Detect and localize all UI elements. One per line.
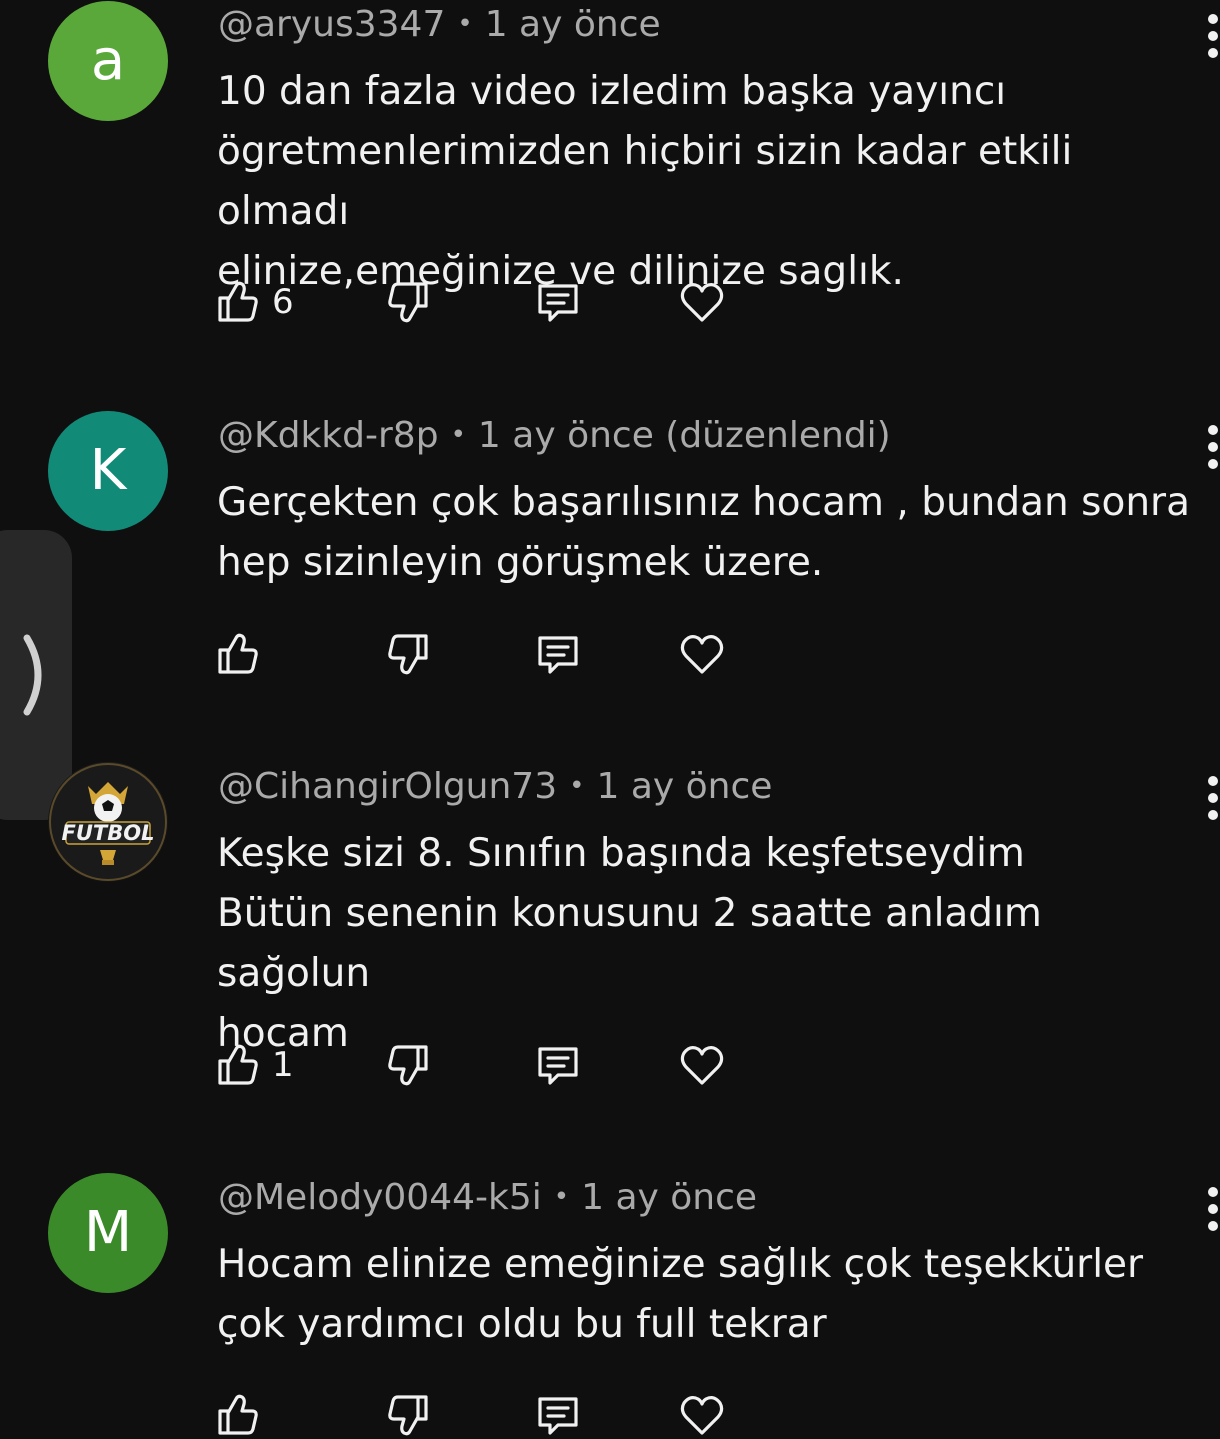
reply-button[interactable] — [534, 626, 582, 682]
comment-username[interactable]: @Kdkkd-r8p — [218, 415, 439, 456]
heart-button[interactable] — [678, 274, 726, 330]
heart-button[interactable] — [678, 1387, 726, 1439]
more-vertical-icon — [1208, 1187, 1218, 1197]
comment-actions: 1 — [214, 1037, 774, 1093]
comment-username[interactable]: @aryus3347 — [218, 4, 445, 45]
comment-meta: @CihangirOlgun73 • 1 ay önce — [218, 766, 772, 807]
avatar[interactable]: a — [48, 1, 168, 121]
comment-actions — [214, 1387, 774, 1439]
comment-text: 10 dan fazla video izledim başka yayıncı… — [217, 69, 1073, 294]
comment-meta: @Melody0044-k5i • 1 ay önce — [218, 1177, 757, 1218]
thumbs-down-icon — [388, 1395, 428, 1436]
reply-comment-icon — [538, 1397, 578, 1435]
comment-time: 1 ay önce — [596, 766, 773, 807]
heart-icon — [680, 1046, 724, 1085]
comment-time: 1 ay önce (düzenlendi) — [477, 415, 891, 456]
heart-icon — [680, 635, 724, 674]
more-vertical-icon — [1208, 14, 1218, 24]
thumbs-up-icon — [218, 1394, 258, 1435]
comment-time: 1 ay önce — [581, 1177, 758, 1218]
avatar[interactable]: M — [48, 1173, 168, 1293]
like-count: 6 — [272, 282, 294, 322]
meta-separator: • — [553, 1182, 570, 1212]
thumbs-up-icon — [218, 281, 258, 322]
reply-comment-icon — [538, 1047, 578, 1085]
comment-meta: @aryus3347 • 1 ay önce — [218, 4, 661, 45]
reply-button[interactable] — [534, 1037, 582, 1093]
like-button[interactable] — [214, 1387, 272, 1439]
like-button[interactable] — [214, 626, 272, 682]
comment-username[interactable]: @Melody0044-k5i — [218, 1177, 542, 1218]
reply-comment-icon — [538, 284, 578, 322]
meta-separator: • — [450, 420, 466, 450]
like-count: 1 — [272, 1045, 294, 1085]
thumbs-up-icon — [218, 1044, 258, 1085]
side-panel-toggle[interactable] — [0, 530, 72, 820]
dislike-button[interactable] — [384, 1037, 432, 1093]
more-options-button[interactable] — [1206, 425, 1220, 469]
comment-text: Keşke sizi 8. Sınıfın başında keşfetseyd… — [217, 831, 1042, 1056]
more-vertical-icon — [1208, 425, 1218, 435]
reply-button[interactable] — [534, 274, 582, 330]
meta-separator: • — [569, 771, 585, 801]
thumbs-up-icon — [218, 633, 258, 674]
more-options-button[interactable] — [1206, 776, 1220, 820]
dislike-button[interactable] — [384, 274, 432, 330]
thumbs-down-icon — [388, 1045, 428, 1086]
heart-button[interactable] — [678, 1037, 726, 1093]
avatar[interactable]: K — [48, 411, 168, 531]
futbol-logo-icon: FUTBOL — [49, 763, 167, 881]
comment-text: Gerçekten çok başarılısınız hocam , bund… — [217, 480, 1190, 585]
meta-separator: • — [457, 9, 473, 39]
heart-icon — [680, 283, 724, 322]
comment-time: 1 ay önce — [484, 4, 661, 45]
comment-username[interactable]: @CihangirOlgun73 — [218, 766, 557, 807]
heart-button[interactable] — [678, 626, 726, 682]
comment-text: Hocam elinize emeğinize sağlık çok teşek… — [217, 1242, 1144, 1347]
like-button[interactable]: 6 — [214, 274, 294, 330]
more-options-button[interactable] — [1206, 1187, 1220, 1231]
chevron-right-icon — [23, 634, 42, 716]
thumbs-down-icon — [388, 634, 428, 675]
avatar[interactable]: FUTBOL — [48, 762, 168, 882]
like-button[interactable]: 1 — [214, 1037, 294, 1093]
comment-actions — [214, 626, 774, 682]
more-options-button[interactable] — [1206, 14, 1220, 58]
reply-button[interactable] — [534, 1387, 582, 1439]
heart-icon — [680, 1396, 724, 1435]
reply-comment-icon — [538, 636, 578, 674]
dislike-button[interactable] — [384, 1387, 432, 1439]
comments-page: a @aryus3347 • 1 ay önce 10 dan fazla vide… — [0, 0, 1220, 1439]
comment-actions: 6 — [214, 274, 774, 330]
futbol-logo-text: FUTBOL — [62, 821, 155, 845]
comment-meta: @Kdkkd-r8p • 1 ay önce (düzenlendi) — [218, 415, 891, 456]
dislike-button[interactable] — [384, 626, 432, 682]
more-vertical-icon — [1208, 776, 1218, 786]
thumbs-down-icon — [388, 282, 428, 323]
